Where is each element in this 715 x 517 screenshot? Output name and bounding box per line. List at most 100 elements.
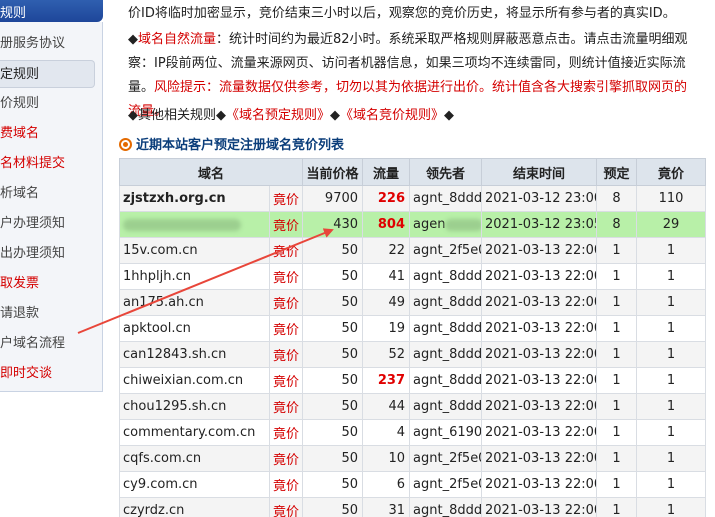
domain-cell[interactable]: commentary.com.cn [119, 419, 270, 446]
domain-cell-text: can12843.sh.cn [123, 347, 227, 362]
sidebar-item-reserve-rules[interactable]: 定规则 [0, 60, 95, 88]
price-cell: 50 [302, 393, 364, 420]
traffic-cell[interactable]: 52 [362, 341, 411, 368]
domain-cell[interactable]: zjstzxh.org.cn [119, 185, 270, 212]
bid-link[interactable]: 竟价 [268, 445, 304, 472]
sidebar-item-label: 册服务协议 [0, 36, 66, 51]
other-rules-prefix: ◆其他相关规则◆ [128, 108, 226, 123]
sidebar-item-label: 定规则 [0, 67, 40, 82]
sidebar-item-refund[interactable]: 请退款 [0, 300, 103, 328]
domain-cell[interactable]: cy9.com.cn [119, 471, 270, 498]
reserve-cell-text: 1 [612, 373, 621, 388]
traffic-cell[interactable]: 237 [362, 367, 411, 394]
bid-link[interactable]: 竟价 [268, 315, 304, 342]
end-time-cell-text: 2021-03-13 22:00 [485, 269, 597, 284]
bid-link[interactable]: 竟价 [268, 263, 304, 290]
domain-cell[interactable]: chou1295.sh.cn [119, 393, 270, 420]
bid-link[interactable]: 竟价 [268, 393, 304, 420]
reserve-cell: 1 [596, 471, 638, 498]
traffic-cell[interactable]: 804 [362, 211, 411, 238]
sidebar-item-service-agreement[interactable]: 册服务协议 [0, 30, 103, 58]
end-time-cell: 2021-03-13 22:00 [481, 471, 598, 498]
traffic-cell[interactable]: 49 [362, 289, 411, 316]
sidebar-item-transfer-in[interactable]: 户办理须知 [0, 210, 103, 238]
end-time-cell-text: 2021-03-12 23:00 [485, 191, 597, 206]
sidebar-item-invoice[interactable]: 取发票 [0, 270, 103, 298]
leader-cell: agnt_8dddd [409, 497, 483, 517]
bids-cell: 1 [636, 497, 707, 517]
domain-cell[interactable]: czyrdz.cn [119, 497, 270, 517]
leader-cell-text: agnt_8dddd [413, 295, 482, 310]
sidebar-item-live-chat[interactable]: 即时交谈 [0, 360, 103, 388]
bid-link[interactable]: 竟价 [268, 419, 304, 446]
bid-link[interactable]: 竟价 [268, 289, 304, 316]
domain-cell[interactable]: chiweixian.com.cn [119, 367, 270, 394]
traffic-cell-text: 804 [377, 217, 406, 232]
bid-link[interactable]: 竟价 [268, 237, 304, 264]
bids-cell-text: 1 [666, 451, 676, 466]
sidebar-item-label: 即时交谈 [0, 366, 53, 381]
traffic-cell[interactable]: 6 [362, 471, 411, 498]
domain-cell-text: chou1295.sh.cn [123, 399, 227, 414]
leader-cell: agnt_8dddd [409, 289, 483, 316]
end-time-cell-text: 2021-03-13 22:00 [485, 347, 597, 362]
bid-rules-link[interactable]: 《域名竞价规则》 [340, 108, 444, 123]
domain-cell[interactable] [119, 211, 270, 238]
bid-link[interactable]: 竟价 [268, 367, 304, 394]
sidebar-item-bid-rules[interactable]: 价规则 [0, 90, 103, 118]
sidebar-item-dns[interactable]: 析域名 [0, 180, 103, 208]
price-cell: 50 [302, 289, 364, 316]
end-time-cell-text: 2021-03-13 22:00 [485, 373, 597, 388]
table-row: cy9.com.cn 竟价 50 6 agnt_2f5e0 2021-03-13 22:0… [119, 471, 707, 498]
traffic-cell[interactable]: 226 [362, 185, 411, 212]
table-row: czyrdz.cn 竟价 50 31 agnt_8dddd2021-03-13 22:0… [119, 497, 707, 517]
traffic-cell[interactable]: 22 [362, 237, 411, 264]
table-row: zjstzxh.org.cn 竟价 9700 226 agnt_8dddd2021-03… [119, 185, 707, 212]
reserve-rules-link[interactable]: 《域名预定规则》 [226, 108, 330, 123]
bid-list-title: 近期本站客户预定注册域名竞价列表 [136, 138, 345, 153]
domain-cell[interactable]: 1hhpljh.cn [119, 263, 270, 290]
domain-cell[interactable]: can12843.sh.cn [119, 341, 270, 368]
bid-link-text: 竟价 [273, 297, 300, 312]
traffic-cell[interactable]: 44 [362, 393, 411, 420]
traffic-cell[interactable]: 31 [362, 497, 411, 517]
bid-link[interactable]: 竟价 [268, 341, 304, 368]
end-time-cell: 2021-03-13 22:00 [481, 315, 598, 342]
domain-cell[interactable]: cqfs.com.cn [119, 445, 270, 472]
price-cell-text: 50 [341, 269, 359, 284]
bid-link-text: 竟价 [273, 375, 300, 390]
traffic-cell-text: 22 [388, 243, 406, 258]
table-row: can12843.sh.cn 竟价 50 52 agnt_8dddd2021-03-13… [119, 341, 707, 368]
bids-cell: 1 [636, 367, 707, 394]
price-cell: 50 [302, 445, 364, 472]
traffic-cell[interactable]: 19 [362, 315, 411, 342]
bid-link-text: 竟价 [273, 271, 300, 286]
sidebar-item-transfer-out[interactable]: 出办理须知 [0, 240, 103, 268]
sidebar-item-paid-domains[interactable]: 费域名 [0, 120, 103, 148]
sidebar-item-material-submit[interactable]: 名材料提交 [0, 150, 103, 178]
bid-link[interactable]: 竟价 [268, 211, 304, 238]
bid-link[interactable]: 竟价 [268, 497, 304, 517]
sidebar-item-domain-process[interactable]: 户域名流程 [0, 330, 103, 358]
sidebar-item-label: 请退款 [0, 306, 40, 321]
bid-link[interactable]: 竟价 [268, 471, 304, 498]
domain-cell[interactable]: an175.ah.cn [119, 289, 270, 316]
end-time-cell-text: 2021-03-13 22:00 [485, 321, 597, 336]
end-time-cell: 2021-03-13 22:00 [481, 393, 598, 420]
bids-cell-text: 1 [666, 399, 676, 414]
end-time-cell-text: 2021-03-13 22:00 [485, 399, 597, 414]
domain-cell[interactable]: apktool.cn [119, 315, 270, 342]
price-cell-text: 50 [341, 295, 359, 310]
reserve-cell: 1 [596, 497, 638, 517]
traffic-cell[interactable]: 4 [362, 419, 411, 446]
end-time-cell-text: 2021-03-13 22:00 [485, 477, 597, 492]
reserve-cell: 1 [596, 315, 638, 342]
domain-cell[interactable]: 15v.com.cn [119, 237, 270, 264]
traffic-cell[interactable]: 41 [362, 263, 411, 290]
leader-cell-text: agnt_61909 [413, 425, 482, 440]
bids-cell-text: 1 [666, 373, 676, 388]
leader-cell-text: agnt_8dddd [413, 347, 482, 362]
traffic-cell[interactable]: 10 [362, 445, 411, 472]
bid-link[interactable]: 竟价 [268, 185, 304, 212]
price-cell-text: 50 [341, 321, 359, 336]
